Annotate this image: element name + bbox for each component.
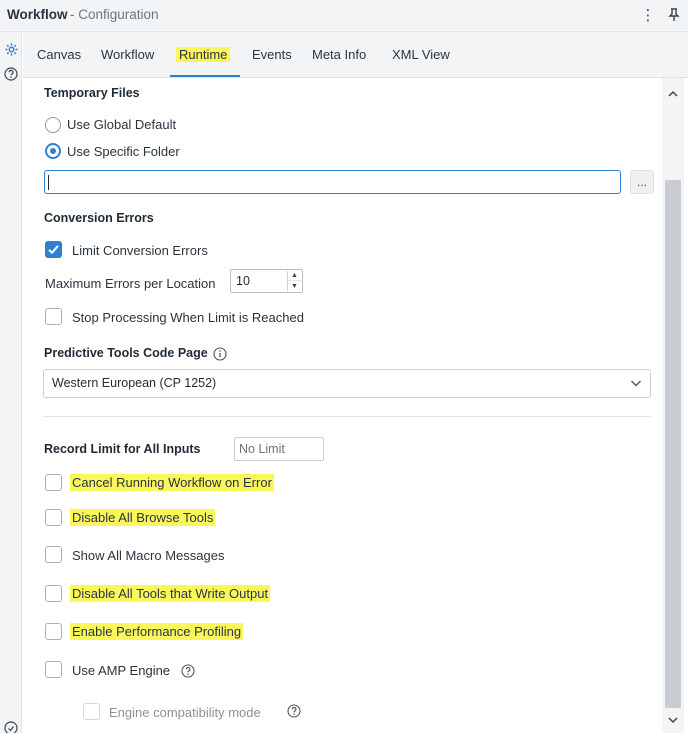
cancel-on-error-text: Cancel Running Workflow on Error <box>70 474 274 491</box>
enable-profiling-label[interactable]: Enable Performance Profiling <box>70 623 244 640</box>
cancel-on-error-label[interactable]: Cancel Running Workflow on Error <box>70 474 274 491</box>
disable-browse-tools-label[interactable]: Disable All Browse Tools <box>70 509 216 526</box>
use-specific-folder-label[interactable]: Use Specific Folder <box>67 144 180 159</box>
show-macro-messages-checkbox[interactable] <box>45 546 62 563</box>
more-options-icon[interactable]: ⋮ <box>638 4 658 26</box>
title-bar: Workflow - Configuration ⋮ <box>0 0 688 32</box>
disable-output-tools-text: Disable All Tools that Write Output <box>70 585 271 602</box>
code-page-value: Western European (CP 1252) <box>52 376 217 390</box>
chevron-down-icon <box>631 380 641 387</box>
scrollbar-thumb[interactable] <box>665 180 681 708</box>
max-errors-value: 10 <box>236 274 250 288</box>
temporary-files-label: Temporary Files <box>44 86 140 100</box>
stepper-up-icon[interactable]: ▲ <box>288 271 301 281</box>
section-divider <box>43 416 651 417</box>
help-icon[interactable] <box>3 66 19 82</box>
limit-conversion-errors-checkbox[interactable] <box>45 241 62 258</box>
max-errors-label: Maximum Errors per Location <box>45 276 216 291</box>
tab-workflow[interactable]: Workflow <box>101 47 154 62</box>
use-specific-folder-radio[interactable] <box>45 143 61 159</box>
help-circle-icon[interactable] <box>287 704 301 718</box>
code-page-select[interactable]: Western European (CP 1252) <box>43 369 651 398</box>
collapse-icon[interactable] <box>3 720 19 733</box>
record-limit-label: Record Limit for All Inputs <box>44 442 201 456</box>
predictive-tools-label: Predictive Tools Code Page <box>44 346 208 360</box>
max-errors-stepper[interactable]: 10 ▲ ▼ <box>230 269 303 293</box>
disable-browse-tools-text: Disable All Browse Tools <box>70 509 216 526</box>
tab-xml-view[interactable]: XML View <box>392 47 450 62</box>
gear-icon[interactable] <box>3 41 19 57</box>
show-macro-messages-label[interactable]: Show All Macro Messages <box>72 548 224 563</box>
folder-path-input[interactable] <box>44 170 621 194</box>
limit-conversion-errors-label[interactable]: Limit Conversion Errors <box>72 243 208 258</box>
use-amp-engine-checkbox[interactable] <box>45 661 62 678</box>
vertical-scrollbar[interactable] <box>662 78 684 733</box>
text-caret <box>48 175 49 190</box>
runtime-settings-panel: Temporary Files Use Global Default Use S… <box>23 78 663 733</box>
record-limit-input[interactable] <box>234 437 324 461</box>
pin-icon[interactable] <box>664 4 684 26</box>
disable-output-tools-checkbox[interactable] <box>45 585 62 602</box>
tab-meta-info[interactable]: Meta Info <box>312 47 366 62</box>
enable-profiling-text: Enable Performance Profiling <box>70 623 244 640</box>
engine-compatibility-checkbox[interactable] <box>83 703 100 720</box>
disable-output-tools-label[interactable]: Disable All Tools that Write Output <box>70 585 271 602</box>
tab-bar: Canvas Workflow Runtime Events Meta Info… <box>23 32 688 78</box>
window-subtitle: - Configuration <box>70 7 159 22</box>
use-global-default-label[interactable]: Use Global Default <box>67 117 176 132</box>
stop-processing-label[interactable]: Stop Processing When Limit is Reached <box>72 310 304 325</box>
record-limit-field[interactable] <box>235 438 323 460</box>
stepper-down-icon[interactable]: ▼ <box>288 281 301 291</box>
conversion-errors-label: Conversion Errors <box>44 211 154 225</box>
cancel-on-error-checkbox[interactable] <box>45 474 62 491</box>
stop-processing-checkbox[interactable] <box>45 308 62 325</box>
tab-canvas[interactable]: Canvas <box>37 47 81 62</box>
use-global-default-radio[interactable] <box>45 117 61 133</box>
left-rail <box>0 32 22 733</box>
browse-folder-button[interactable]: ... <box>630 170 654 194</box>
active-tab-indicator <box>170 75 240 77</box>
engine-compatibility-label[interactable]: Engine compatibility mode <box>109 705 261 720</box>
scroll-up-icon[interactable] <box>667 88 679 100</box>
scroll-down-icon[interactable] <box>667 714 679 726</box>
window-title: Workflow <box>7 7 68 22</box>
tab-runtime[interactable]: Runtime <box>176 47 231 62</box>
use-amp-engine-label[interactable]: Use AMP Engine <box>72 663 170 678</box>
enable-profiling-checkbox[interactable] <box>45 623 62 640</box>
tab-events[interactable]: Events <box>252 47 292 62</box>
info-icon[interactable] <box>213 347 227 361</box>
help-circle-icon[interactable] <box>181 664 195 678</box>
disable-browse-tools-checkbox[interactable] <box>45 509 62 526</box>
stepper-buttons: ▲ ▼ <box>287 271 301 291</box>
